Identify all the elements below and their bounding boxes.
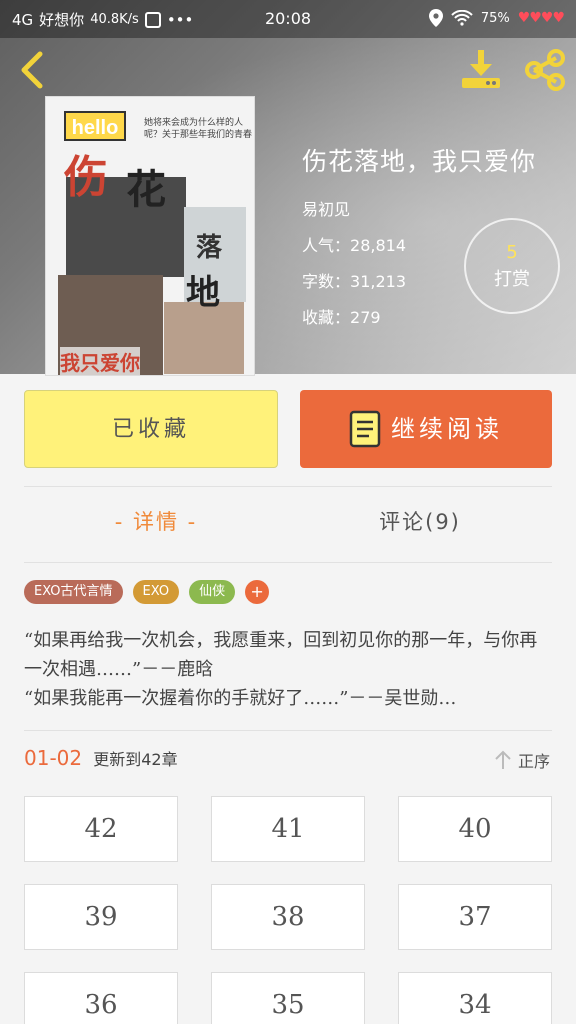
cover-char: 花 (126, 166, 166, 213)
book-icon (349, 410, 381, 448)
chapter-button[interactable]: 38 (211, 884, 365, 950)
book-author[interactable]: 易初见 (302, 196, 536, 220)
add-tag-button[interactable]: + (245, 580, 270, 604)
download-button[interactable] (458, 48, 504, 92)
back-button[interactable] (14, 50, 50, 90)
divider (24, 562, 552, 563)
word-count-value: 31,213 (350, 272, 406, 291)
tag-list: EXO古代言情 EXO 仙侠 + (24, 580, 270, 604)
continue-reading-label: 继续阅读 (391, 415, 503, 443)
continue-reading-button[interactable]: 继续阅读 (300, 390, 552, 468)
cover-char: 伤 (64, 152, 108, 203)
chapter-button[interactable]: 41 (211, 796, 365, 862)
cover-hello-sign: hello (64, 111, 126, 141)
chapter-button[interactable]: 34 (398, 972, 552, 1024)
share-button[interactable] (522, 48, 568, 92)
sort-order-button[interactable]: 正序 (494, 748, 550, 772)
tab-details[interactable]: - 详情 - (24, 506, 288, 536)
favorites-value: 279 (350, 308, 381, 327)
book-title: 伤花落地，我只爱你 (302, 147, 537, 176)
divider (24, 486, 552, 487)
wifi-icon (451, 10, 473, 26)
tag-chip[interactable]: EXO (132, 580, 180, 604)
update-info: 01-02 更新到42章 正序 (24, 746, 552, 776)
description-line: “如果我能再一次握着你的手就好了……”－－吴世勋… (24, 688, 457, 709)
location-icon (428, 9, 443, 27)
book-cover[interactable]: hello 她将来会成为什么样的人呢？关于那些年我们的青春 伤 花 落 地 我只… (45, 96, 255, 376)
update-text: 更新到42章 (93, 750, 178, 769)
cover-char: 落 (196, 233, 223, 263)
update-date: 01-02 (24, 746, 83, 770)
tab-comments[interactable]: 评论(9) (288, 506, 552, 536)
reward-button[interactable]: 5 打赏 (464, 218, 560, 314)
cover-note: 她将来会成为什么样的人呢？关于那些年我们的青春 (144, 118, 253, 140)
popularity-value: 28,814 (350, 236, 406, 255)
reward-label: 打赏 (494, 269, 530, 290)
tag-chip[interactable]: 仙侠 (189, 580, 236, 604)
tag-chip[interactable]: EXO古代言情 (24, 580, 123, 604)
favorited-button[interactable]: 已收藏 (24, 390, 278, 468)
book-description[interactable]: “如果再给我一次机会，我愿重来，回到初见你的那一年，与你再一次相遇……”－－鹿晗… (24, 626, 554, 713)
word-count-label: 字数： (302, 272, 351, 291)
chapter-button[interactable]: 36 (24, 972, 178, 1024)
battery-hearts-icon: ♥♥♥♥ (517, 10, 565, 26)
favorites-label: 收藏： (302, 308, 351, 327)
popularity-label: 人气： (302, 236, 351, 255)
cover-char: 地 (186, 273, 220, 313)
status-bar: 4G 好想你 40.8K/s ••• 20:08 75% ♥♥♥♥ (0, 0, 576, 38)
description-line: “如果再给我一次机会，我愿重来，回到初见你的那一年，与你再一次相遇……”－－鹿晗 (24, 630, 538, 680)
chapter-button[interactable]: 40 (398, 796, 552, 862)
arrow-up-icon (495, 750, 511, 769)
chapter-button[interactable]: 42 (24, 796, 178, 862)
cover-bottom-title: 我只爱你 (60, 347, 140, 375)
reward-count: 5 (506, 242, 518, 263)
sort-label: 正序 (517, 752, 550, 771)
chapter-button[interactable]: 37 (398, 884, 552, 950)
chapter-button[interactable]: 39 (24, 884, 178, 950)
divider (24, 730, 552, 731)
chapter-button[interactable]: 35 (211, 972, 365, 1024)
battery-level: 75% (480, 10, 510, 26)
